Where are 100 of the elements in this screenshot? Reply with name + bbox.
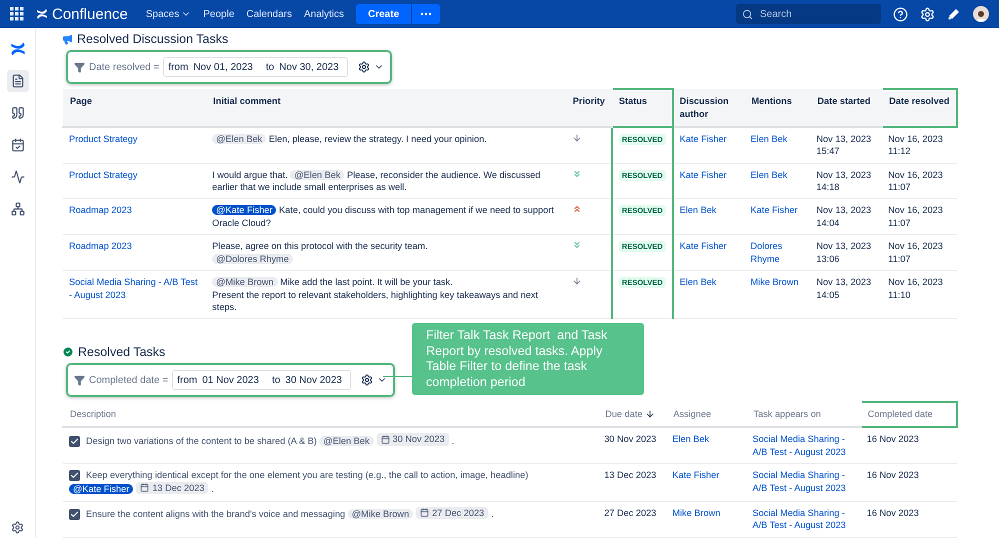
more-button[interactable] xyxy=(411,4,440,24)
comment-text: I would argue that. @Elen Bek Please, reconsider the audience. We discussed earlier that we include small enterprises as well. xyxy=(212,168,542,194)
page-link[interactable]: Social Media Sharing - A/B Test - August 2023 xyxy=(752,506,855,532)
calendar-icon xyxy=(420,508,430,518)
checkbox[interactable] xyxy=(69,470,80,482)
author-link[interactable]: Kate Fisher xyxy=(680,132,727,146)
nav-link[interactable]: People xyxy=(203,8,234,20)
mention-link[interactable]: Mike Brown xyxy=(750,276,799,289)
column-header: Page xyxy=(63,89,206,127)
date-tag: 27 Dec 2023 xyxy=(416,506,488,520)
task-text: . xyxy=(452,436,454,446)
mention-link[interactable]: Elen Bek xyxy=(750,132,788,146)
task-text: Keep everything identical except for the one element you are testing (e.g., the call to action, image, headline) xyxy=(86,470,528,480)
mention-link[interactable]: Kate Fisher xyxy=(750,204,798,217)
mention-link[interactable]: Dolores Rhyme xyxy=(750,240,804,266)
author-link[interactable]: Kate Fisher xyxy=(680,168,727,182)
date-text: 13 Dec 2023 xyxy=(604,470,656,480)
checkbox[interactable] xyxy=(69,509,80,520)
help-icon[interactable] xyxy=(893,6,908,22)
mention-tag[interactable]: @Mike Brown xyxy=(348,509,414,520)
page-icon[interactable] xyxy=(10,74,24,88)
checkbox[interactable] xyxy=(69,436,80,447)
nav-link[interactable]: Analytics xyxy=(304,8,344,20)
search-field[interactable]: Search xyxy=(736,4,881,24)
mention-tag[interactable]: @Elen Bek xyxy=(319,436,374,446)
calendar-icon[interactable] xyxy=(10,138,24,152)
date-text: Nov 13, 2023 14:05 xyxy=(816,277,872,300)
page-link[interactable]: Roadmap 2023 xyxy=(69,240,132,253)
date-text: Nov 13, 2023 14:18 xyxy=(816,170,872,192)
arrow-down-icon xyxy=(572,132,582,143)
date-text: Nov 16, 2023 11:07 xyxy=(888,241,943,264)
activity-icon[interactable] xyxy=(10,170,24,184)
filter-icon xyxy=(74,62,85,72)
filter-label: Completed date = xyxy=(89,374,168,386)
more-dots-icon xyxy=(420,12,432,16)
date-text: Nov 16, 2023 11:12 xyxy=(888,134,943,156)
filter-label: Date resolved = xyxy=(89,62,160,72)
comment-text: @Elen Bek Elen, please, review the strategy. I need your opinion. xyxy=(212,132,560,146)
mention-link[interactable]: Elen Bek xyxy=(750,168,788,182)
date-tag: 30 Nov 2023 xyxy=(376,433,449,446)
double-chevron-down-icon xyxy=(572,168,582,179)
double-chevron-up-icon xyxy=(572,204,582,214)
create-button[interactable]: Create xyxy=(356,4,412,24)
page-link[interactable]: Roadmap 2023 xyxy=(69,204,132,217)
confluence-logo-icon[interactable] xyxy=(10,41,26,57)
author-link[interactable]: Kate Fisher xyxy=(680,240,727,253)
search-input[interactable]: Search xyxy=(758,8,868,20)
arrow-down-icon xyxy=(572,276,582,286)
date-text: Nov 13, 2023 13:06 xyxy=(816,241,872,264)
page-link[interactable]: Social Media Sharing - A/B Test - August 2023 xyxy=(752,433,855,458)
avatar[interactable] xyxy=(973,6,989,22)
date-tag: 13 Dec 2023 xyxy=(136,482,208,494)
task-text: Design two variations of the content to be shared (A & B) xyxy=(86,436,317,446)
page-link[interactable]: Social Media Sharing - A/B Test - August 2023 xyxy=(69,276,200,301)
nav-link[interactable]: Spaces xyxy=(146,8,192,20)
column-header: Discussion author xyxy=(672,89,745,127)
assignee-link[interactable]: Elen Bek xyxy=(672,433,710,446)
assignee-link[interactable]: Kate Fisher xyxy=(672,469,720,482)
date-text: 16 Nov 2023 xyxy=(866,434,919,444)
sort-arrow-icon xyxy=(645,409,656,420)
column-header: Date started xyxy=(810,89,882,127)
confluence-logo[interactable]: Confluence xyxy=(36,6,128,22)
date-text: 16 Nov 2023 xyxy=(866,470,919,480)
date-text: Nov 16, 2023 11:07 xyxy=(888,205,943,228)
calendar-icon xyxy=(140,483,150,492)
double-chevron-down-icon xyxy=(572,240,582,250)
date-text: Nov 16, 2023 11:07 xyxy=(888,170,943,192)
task-text: Ensure the content aligns with the brand's voice and messaging xyxy=(86,509,346,520)
date-text: Nov 13, 2023 15:47 xyxy=(816,134,872,156)
hierarchy-icon[interactable] xyxy=(10,202,24,216)
quote-icon[interactable] xyxy=(10,106,24,120)
settings-icon[interactable] xyxy=(358,61,370,73)
nav-link[interactable]: Calendars xyxy=(246,8,292,20)
calendar-icon xyxy=(380,434,390,444)
section-title: Resolved Tasks xyxy=(78,345,166,360)
settings-icon[interactable] xyxy=(11,520,24,534)
author-link[interactable]: Elen Bek xyxy=(680,276,716,289)
date-text: 30 Nov 2023 xyxy=(604,434,656,444)
page-link[interactable]: Product Strategy xyxy=(69,132,138,146)
settings-icon[interactable] xyxy=(361,374,373,386)
comment-text: @Kate Fisher Kate, could you discuss with top management if we need to support Oracle Cloud? xyxy=(212,204,555,230)
date-text: 16 Nov 2023 xyxy=(866,508,919,518)
task-text: . xyxy=(211,484,214,494)
page-link[interactable]: Social Media Sharing - A/B Test - August 2023 xyxy=(752,469,855,494)
date-text: Nov 16, 2023 11:10 xyxy=(888,277,943,300)
date-range-field[interactable]: from 01 Nov 2023 to 30 Nov 2023 xyxy=(172,370,351,390)
column-header[interactable]: Completed date xyxy=(860,402,957,428)
column-header: Initial comment xyxy=(206,89,566,127)
author-link[interactable]: Elen Bek xyxy=(680,204,716,217)
check-circle-icon xyxy=(62,346,74,358)
assignee-link[interactable]: Mike Brown xyxy=(672,506,720,520)
mention-tag[interactable]: @Kate Fisher xyxy=(69,484,134,494)
page-link[interactable]: Product Strategy xyxy=(69,168,138,182)
date-text: 27 Dec 2023 xyxy=(604,508,656,518)
search-icon xyxy=(742,8,753,20)
column-header: Status xyxy=(612,89,673,127)
task-text: . xyxy=(491,509,494,520)
date-range-field[interactable]: from Nov 01, 2023 to Nov 30, 2023 xyxy=(163,57,348,77)
app-grid-icon[interactable] xyxy=(10,7,24,21)
section-title: Resolved Discussion Tasks xyxy=(77,32,228,46)
